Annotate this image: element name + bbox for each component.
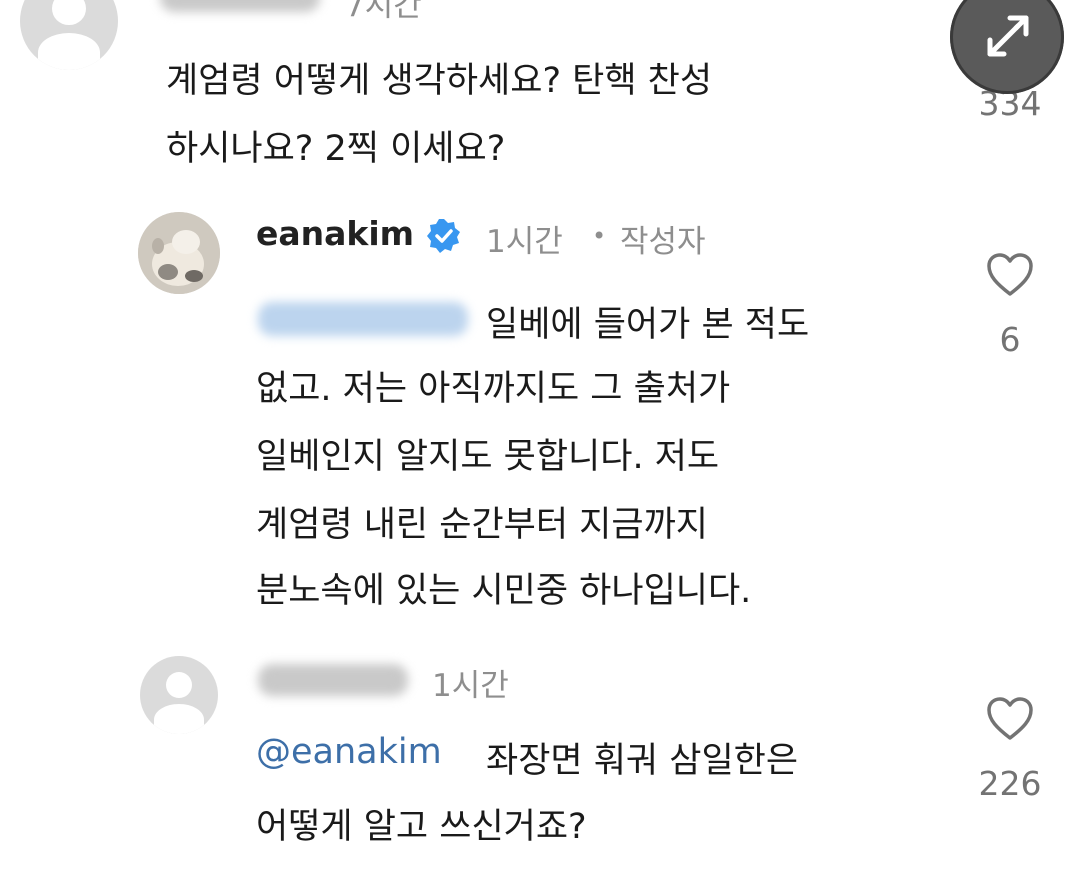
comment-time: 7시간 bbox=[345, 0, 422, 24]
meta-separator: • bbox=[592, 222, 607, 250]
expand-arrows-icon bbox=[987, 15, 1029, 57]
comment-text-line: 없고. 저는 아직까지도 그 출처가 bbox=[256, 369, 731, 409]
like-count: 6 bbox=[999, 320, 1021, 359]
comment-text-line: 좌장면 훠궈 삼일한은 bbox=[486, 741, 799, 781]
like-count: 226 bbox=[978, 764, 1042, 803]
avatar[interactable] bbox=[140, 656, 218, 734]
comment-text-line: 하시나요? 2찍 이세요? bbox=[166, 129, 506, 169]
heart-outline-icon[interactable] bbox=[985, 252, 1035, 298]
author-label: 작성자 bbox=[620, 224, 706, 260]
comment-time: 1시간 bbox=[432, 668, 509, 704]
verified-badge-icon bbox=[427, 219, 460, 253]
mention-link[interactable]: @eanakim bbox=[256, 732, 442, 772]
avatar[interactable] bbox=[138, 212, 220, 294]
blurred-username bbox=[160, 0, 320, 12]
comment-text-line: 일베인지 알지도 못합니다. 저도 bbox=[256, 437, 720, 477]
expand-button[interactable] bbox=[950, 0, 1064, 94]
heart-outline-icon[interactable] bbox=[985, 696, 1035, 742]
comment-text-line: 어떻게 알고 쓰신거죠? bbox=[256, 807, 587, 847]
avatar[interactable] bbox=[20, 0, 118, 70]
blurred-username bbox=[258, 664, 408, 696]
blurred-mention bbox=[258, 302, 468, 336]
username[interactable]: eanakim bbox=[256, 214, 414, 253]
comment-text-line: 계엄령 내린 순간부터 지금까지 bbox=[256, 505, 708, 545]
comment-text-line: 분노속에 있는 시민중 하나입니다. bbox=[256, 571, 752, 611]
comment-text-line: 일베에 들어가 본 적도 bbox=[486, 305, 810, 345]
comment-text-line: 계엄령 어떻게 생각하세요? 탄핵 찬성 bbox=[166, 61, 713, 101]
comment-time: 1시간 bbox=[486, 224, 563, 260]
